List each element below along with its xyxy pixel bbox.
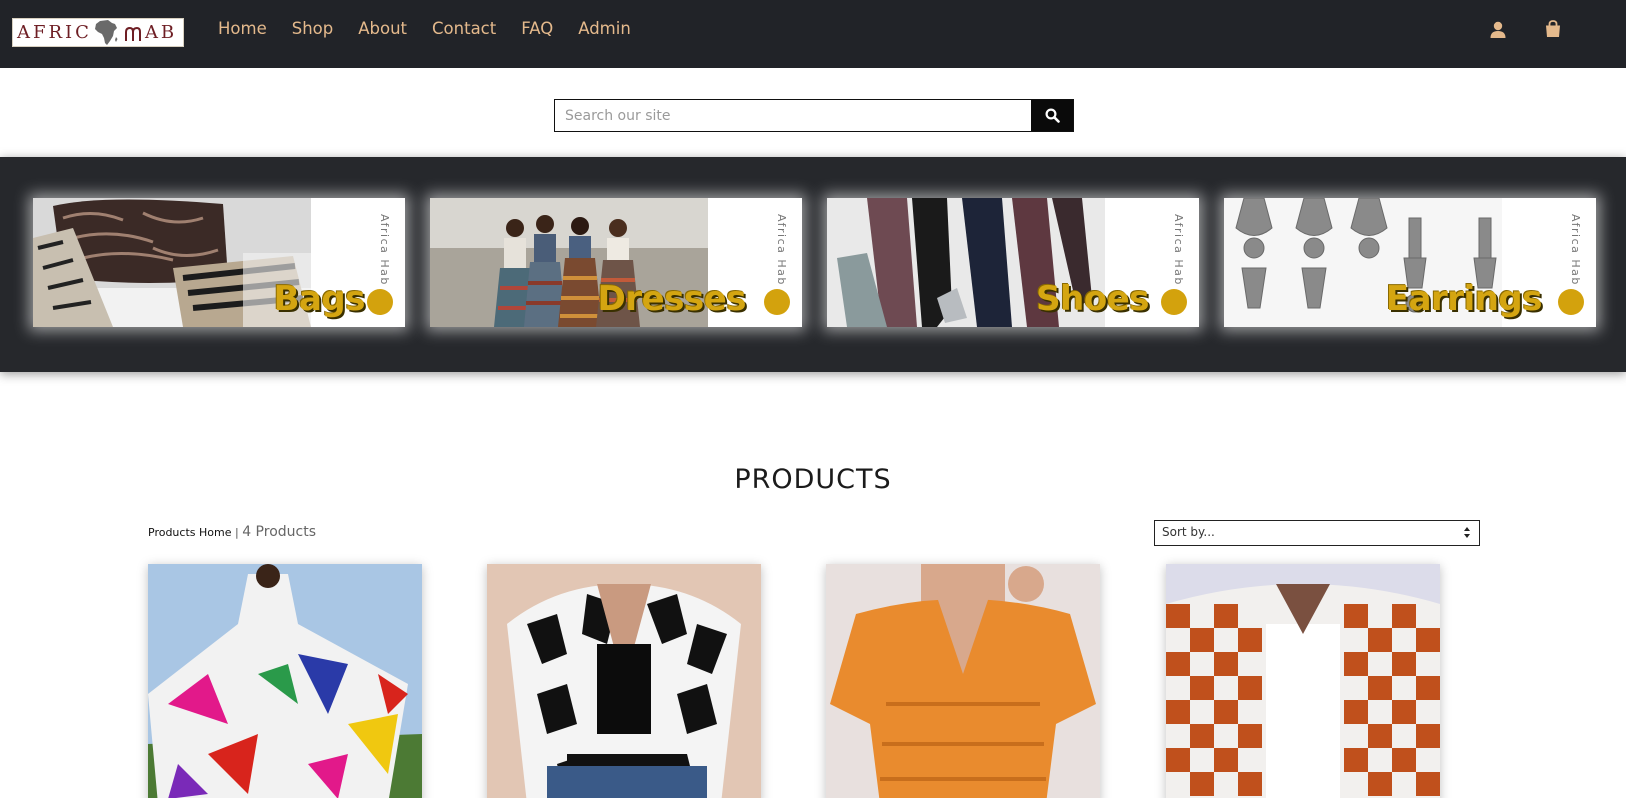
logo-wordmark: AFRIC AB: [17, 19, 177, 46]
category-card-earrings[interactable]: Africa Hab Earrings: [1224, 198, 1596, 327]
product-image: [826, 564, 1100, 798]
site-header: AFRIC AB Home Shop About Contact FAQ Adm…: [0, 0, 1626, 68]
logo-text-left: AFRIC: [17, 22, 92, 43]
category-dot-icon: [1558, 289, 1584, 315]
africa-map-icon: [94, 20, 118, 45]
search-input[interactable]: [555, 100, 1031, 131]
category-side-text: Africa Hab: [1172, 214, 1185, 286]
nav-about[interactable]: About: [358, 16, 407, 42]
category-label-earrings: Earrings: [1385, 279, 1543, 319]
product-card[interactable]: [826, 564, 1100, 798]
category-card-shoes[interactable]: Africa Hab Shoes: [827, 198, 1199, 327]
nav-home[interactable]: Home: [218, 16, 267, 42]
sort-select[interactable]: Sort by...: [1154, 520, 1480, 546]
product-card[interactable]: [148, 564, 422, 798]
product-card[interactable]: [1166, 564, 1440, 798]
category-side-text: Africa Hab: [775, 214, 788, 286]
site-logo[interactable]: AFRIC AB: [12, 18, 184, 47]
search-button[interactable]: [1031, 100, 1073, 131]
category-label-shoes: Shoes: [1036, 279, 1149, 319]
nav-contact[interactable]: Contact: [432, 16, 496, 42]
category-dot-icon: [367, 289, 393, 315]
category-side-text: Africa Hab: [378, 214, 391, 286]
category-side-text: Africa Hab: [1569, 214, 1582, 286]
category-card-dresses[interactable]: Africa Hab Dresses: [430, 198, 802, 327]
sort-arrows-icon: [1464, 527, 1470, 538]
breadcrumb: Products Home | 4 Products: [148, 524, 316, 540]
category-label-bags: Bags: [273, 279, 366, 319]
product-card[interactable]: [487, 564, 761, 798]
logo-h-glyph: [124, 26, 141, 41]
nav-admin[interactable]: Admin: [578, 16, 631, 42]
breadcrumb-separator: |: [234, 526, 239, 539]
main-nav: Home Shop About Contact FAQ Admin: [206, 16, 644, 42]
product-image: [1166, 564, 1440, 798]
category-label-dresses: Dresses: [597, 279, 747, 319]
product-count: 4 Products: [242, 524, 317, 540]
breadcrumb-products-home[interactable]: Products Home: [148, 526, 231, 539]
sort-select-value: Sort by...: [1162, 525, 1215, 539]
shopping-bag-icon[interactable]: [1541, 17, 1565, 41]
bags-image: [33, 198, 311, 327]
nav-faq[interactable]: FAQ: [521, 16, 553, 42]
products-heading: PRODUCTS: [734, 464, 892, 495]
category-band: Africa Hab Bags Africa Hab Dresses Afric…: [0, 157, 1626, 372]
user-icon[interactable]: [1486, 17, 1510, 41]
category-dot-icon: [1161, 289, 1187, 315]
nav-shop[interactable]: Shop: [292, 16, 334, 42]
search-bar: [554, 99, 1074, 132]
category-dot-icon: [764, 289, 790, 315]
category-card-bags[interactable]: Africa Hab Bags: [33, 198, 405, 327]
search-icon: [1044, 108, 1060, 123]
product-image: [487, 564, 761, 798]
product-image: [148, 564, 422, 798]
logo-text-right: AB: [144, 22, 178, 43]
